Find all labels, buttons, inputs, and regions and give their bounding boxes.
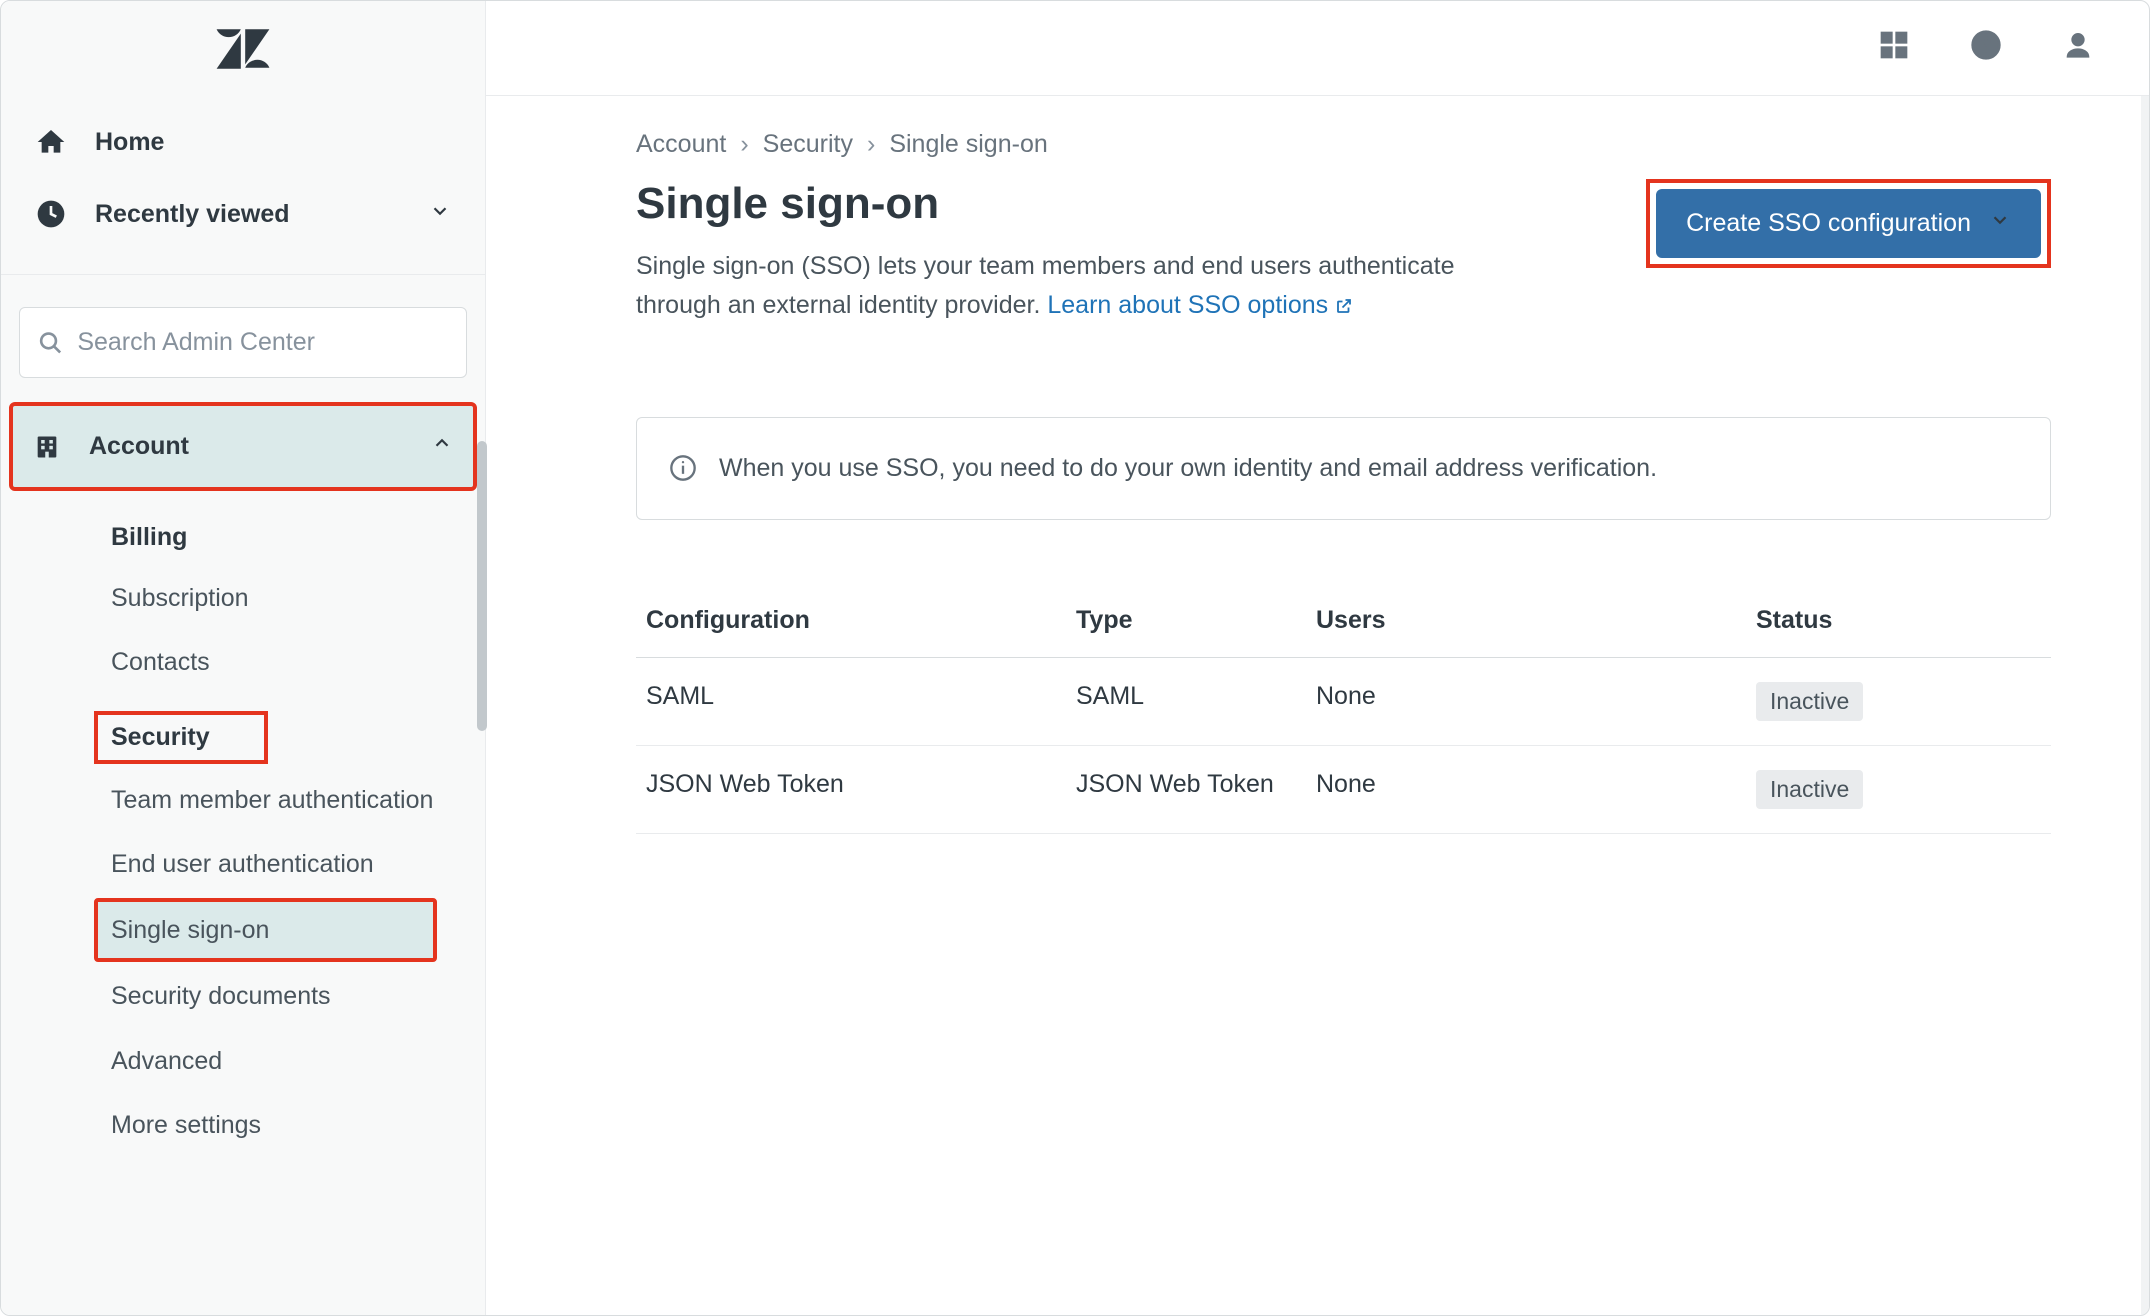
chevron-down-icon (429, 200, 451, 229)
cell-type: JSON Web Token (1066, 745, 1306, 833)
subnav-team-auth[interactable]: Team member authentication (1, 768, 485, 832)
th-type: Type (1066, 590, 1306, 658)
breadcrumb-sep-icon: › (740, 130, 748, 159)
home-icon (35, 126, 67, 158)
breadcrumb-sep-icon: › (867, 130, 875, 159)
section-account-label: Account (89, 432, 189, 461)
subnav-sso[interactable]: Single sign-on (96, 900, 435, 960)
subnav-enduser-auth[interactable]: End user authentication (1, 832, 485, 896)
info-icon (669, 454, 697, 482)
search-input[interactable] (77, 328, 448, 357)
subnav-security-docs[interactable]: Security documents (1, 964, 485, 1028)
info-notice-text: When you use SSO, you need to do your ow… (719, 454, 1657, 483)
th-config: Configuration (636, 590, 1066, 658)
search-region (1, 274, 485, 404)
building-icon (33, 433, 61, 461)
sidebar: Home Recently viewed Account Billing Sub… (1, 1, 486, 1315)
create-sso-label: Create SSO configuration (1686, 209, 1971, 238)
help-icon[interactable] (1970, 29, 2002, 67)
apps-icon[interactable] (1878, 29, 1910, 67)
cell-users: None (1306, 745, 1746, 833)
main: Account › Security › Single sign-on Sing… (486, 1, 2149, 1315)
page-description: Single sign-on (SSO) lets your team memb… (636, 247, 1506, 327)
page-title: Single sign-on (636, 179, 1606, 229)
learn-sso-link[interactable]: Learn about SSO options (1047, 291, 1353, 319)
crumb-current: Single sign-on (889, 130, 1047, 159)
chevron-down-icon (1989, 209, 2011, 238)
status-badge: Inactive (1756, 770, 1863, 809)
topbar (486, 1, 2149, 96)
brand-logo (1, 1, 485, 96)
cell-config: SAML (636, 657, 1066, 745)
subnav-billing[interactable]: Billing (1, 509, 485, 566)
external-link-icon (1335, 288, 1353, 327)
th-users: Users (1306, 590, 1746, 658)
search-input-wrap[interactable] (19, 307, 467, 378)
th-status: Status (1746, 590, 2051, 658)
subnav-subscription[interactable]: Subscription (1, 566, 485, 630)
primary-nav: Home Recently viewed (1, 96, 485, 270)
nav-home[interactable]: Home (21, 106, 465, 178)
cell-config: JSON Web Token (636, 745, 1066, 833)
crumb-security[interactable]: Security (763, 130, 853, 159)
nav-recently-viewed[interactable]: Recently viewed (21, 178, 465, 250)
sidebar-scrollbar[interactable] (477, 441, 487, 731)
profile-icon[interactable] (2062, 29, 2094, 67)
page-header: Single sign-on Single sign-on (SSO) lets… (636, 179, 2051, 327)
cell-users: None (1306, 657, 1746, 745)
search-icon (38, 329, 63, 357)
cell-type: SAML (1066, 657, 1306, 745)
subnav-contacts[interactable]: Contacts (1, 630, 485, 694)
clock-icon (35, 198, 67, 230)
zendesk-logo-icon (214, 27, 272, 71)
app-frame: Home Recently viewed Account Billing Sub… (0, 0, 2150, 1316)
status-badge: Inactive (1756, 682, 1863, 721)
sso-config-table: Configuration Type Users Status SAML SAM… (636, 590, 2051, 834)
cta-highlight: Create SSO configuration (1646, 179, 2051, 268)
table-header-row: Configuration Type Users Status (636, 590, 2051, 658)
breadcrumb: Account › Security › Single sign-on (636, 130, 2051, 159)
account-subnav: Billing Subscription Contacts Security T… (1, 489, 485, 1157)
content: Account › Security › Single sign-on Sing… (486, 96, 2149, 1315)
create-sso-button[interactable]: Create SSO configuration (1656, 189, 2041, 258)
nav-home-label: Home (95, 128, 164, 157)
sidebar-section-account[interactable]: Account (11, 404, 475, 489)
table-row[interactable]: SAML SAML None Inactive (636, 657, 2051, 745)
subnav-advanced[interactable]: Advanced (1, 1029, 485, 1093)
nav-recent-label: Recently viewed (95, 200, 290, 229)
chevron-up-icon (431, 432, 453, 461)
subnav-more-settings[interactable]: More settings (1, 1093, 485, 1157)
table-row[interactable]: JSON Web Token JSON Web Token None Inact… (636, 745, 2051, 833)
crumb-account[interactable]: Account (636, 130, 726, 159)
subnav-security-heading[interactable]: Security (96, 713, 266, 762)
info-notice: When you use SSO, you need to do your ow… (636, 417, 2051, 520)
